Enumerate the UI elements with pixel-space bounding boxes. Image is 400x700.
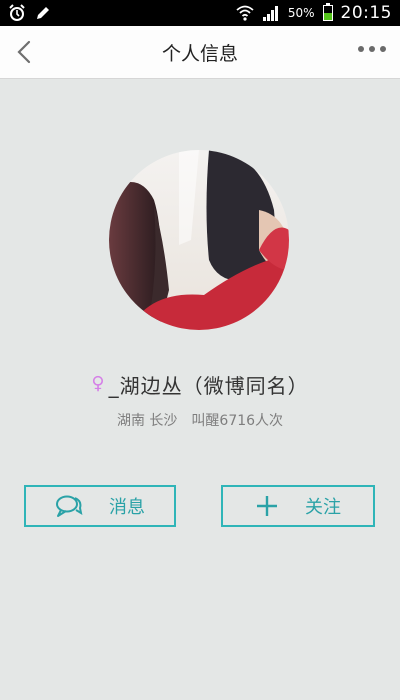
more-dots-icon xyxy=(380,46,386,52)
signal-icon xyxy=(262,4,280,22)
app-header: 个人信息 xyxy=(0,26,400,79)
battery-icon xyxy=(322,3,333,21)
more-dots-icon xyxy=(369,46,375,52)
username: _湖边丛（微博同名） xyxy=(108,373,309,398)
profile-info: 湖南 长沙 叫醒6716人次 xyxy=(0,408,400,432)
name-row: ♀ _湖边丛（微博同名） xyxy=(0,366,400,402)
profile-screen: 50% 20:15 个人信息 ♀ _湖边丛（微博同名） 湖南 长沙 叫醒6716… xyxy=(0,0,400,700)
avatar-image xyxy=(109,150,289,330)
wakeup-count: 叫醒6716人次 xyxy=(191,413,284,429)
chat-bubble-icon xyxy=(56,495,83,517)
status-bar: 50% 20:15 xyxy=(0,0,400,26)
page-title: 个人信息 xyxy=(161,42,238,65)
pen-icon xyxy=(34,4,52,22)
clock: 20:15 xyxy=(340,3,392,23)
wifi-icon xyxy=(236,4,254,22)
message-button[interactable]: 消息 xyxy=(24,485,176,527)
status-left xyxy=(8,4,52,22)
battery-level xyxy=(323,13,332,20)
chevron-left-icon xyxy=(17,40,31,64)
status-right: 50% 20:15 xyxy=(236,3,392,23)
more-button[interactable] xyxy=(358,46,386,52)
location-text: 湖南 长沙 xyxy=(116,413,178,429)
follow-button[interactable]: 关注 xyxy=(221,485,375,527)
battery-percent: 50% xyxy=(287,6,315,20)
avatar[interactable] xyxy=(109,150,289,330)
follow-label: 关注 xyxy=(305,497,341,518)
back-button[interactable] xyxy=(12,38,38,66)
female-gender-icon: ♀ xyxy=(91,372,105,394)
message-label: 消息 xyxy=(109,497,145,518)
more-dots-icon xyxy=(358,46,364,52)
alarm-icon xyxy=(8,4,26,22)
plus-icon xyxy=(257,496,277,516)
